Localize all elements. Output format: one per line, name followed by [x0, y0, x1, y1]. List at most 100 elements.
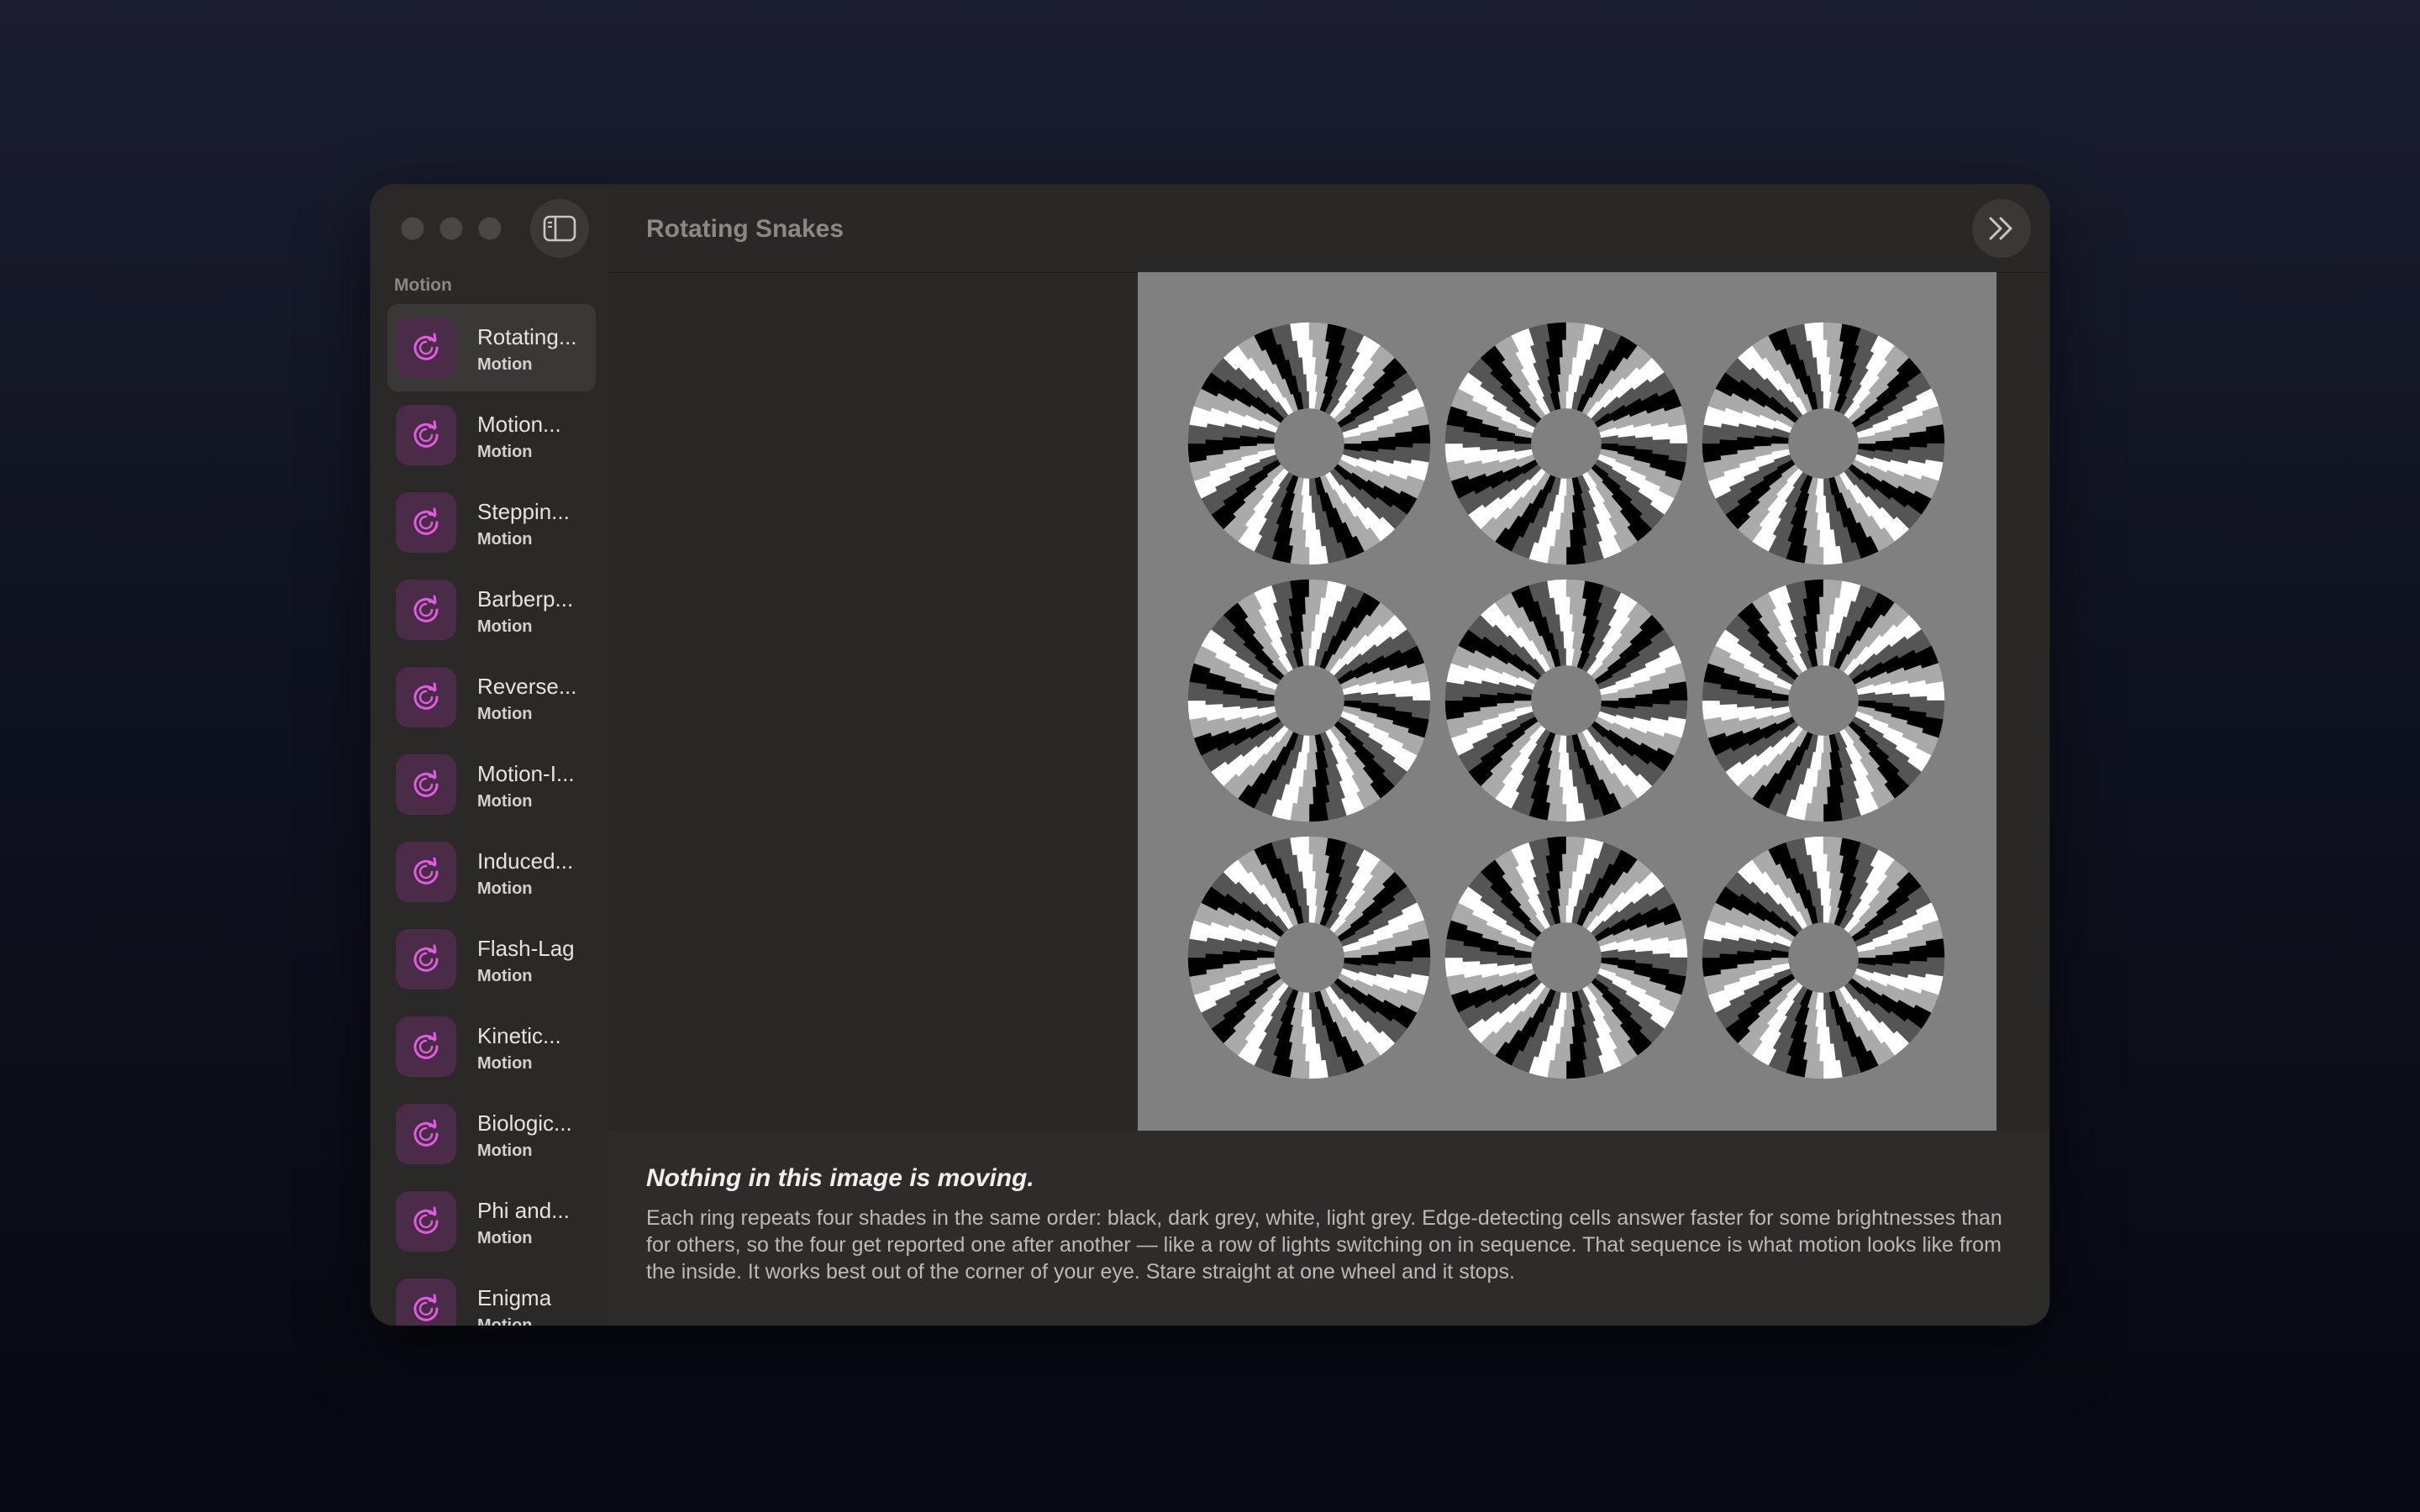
item-badge: [396, 667, 456, 727]
wheel-segment: [1462, 431, 1481, 449]
wheel-segment: [1804, 322, 1824, 342]
wheel-segment: [1702, 424, 1722, 444]
wheel-segment: [1818, 529, 1836, 548]
wheel-segment: [1444, 957, 1465, 977]
wheel-segment: [1304, 529, 1322, 548]
wheel-segment: [1395, 696, 1413, 713]
sidebar-item-subtitle: Motion: [477, 1054, 533, 1073]
sidebar-item[interactable]: Kinetic... Motion: [387, 1003, 596, 1090]
wheel-segment: [1823, 322, 1843, 342]
snake-wheel: [1702, 322, 1945, 565]
sidebar-item[interactable]: Barberp... Motion: [387, 566, 596, 654]
wheel-segment: [1652, 688, 1670, 706]
wheel-segment: [1823, 579, 1843, 599]
sidebar-section-title: Motion: [394, 276, 452, 295]
sidebar-item-subtitle: Motion: [477, 617, 533, 636]
sidebar-item-title: Phi and...: [477, 1198, 570, 1223]
wheel-segment: [1559, 613, 1574, 632]
wheel-segment: [1308, 579, 1328, 599]
item-badge: [396, 1278, 456, 1326]
wheel-segment: [1565, 322, 1586, 342]
wheel-segment: [1702, 443, 1722, 463]
minimize-window-button[interactable]: [439, 217, 463, 240]
wheel-segment: [1302, 356, 1317, 375]
rotate-arrow-icon: [413, 944, 439, 972]
item-badge: [396, 1104, 456, 1164]
sidebar-item-title: Kinetic...: [477, 1023, 561, 1048]
sidebar-item-title: Biologic...: [477, 1110, 572, 1136]
sidebar-item[interactable]: Induced... Motion: [387, 828, 596, 916]
sidebar-item[interactable]: Motion... Motion: [387, 391, 596, 479]
wheel-segment: [1290, 545, 1310, 565]
wheel-segment: [1444, 700, 1465, 720]
wheel-segment: [1205, 953, 1223, 970]
wheel-segment: [1652, 953, 1670, 970]
item-badge: [396, 318, 456, 378]
sidebar-item[interactable]: Steppin... Motion: [387, 479, 596, 566]
wheel-segment: [1187, 957, 1207, 977]
sidebar-item[interactable]: Reverse... Motion: [387, 654, 596, 741]
wheel-segment: [1411, 443, 1431, 463]
sidebar-item-subtitle: Motion: [477, 1142, 533, 1160]
zoom-window-button[interactable]: [478, 217, 502, 240]
snake-wheel: [1187, 322, 1431, 565]
caption-body: Each ring repeats four shades in the sam…: [646, 1206, 2002, 1284]
wheel-segment: [1618, 697, 1637, 709]
wheel-segment: [1909, 431, 1928, 449]
wheel-segment: [1561, 853, 1579, 872]
wheel-segment: [1635, 950, 1654, 965]
wheel-segment: [1823, 545, 1843, 565]
wheel-segment: [1818, 1043, 1836, 1062]
wheel-segment: [1635, 436, 1654, 451]
wheel-segment: [1302, 512, 1317, 531]
wheel-segment: [1547, 545, 1567, 565]
wheel-segment: [1561, 786, 1579, 805]
wheel-segment: [1820, 752, 1832, 771]
wheel-segment: [1554, 596, 1571, 615]
wheel-segment: [1702, 700, 1722, 720]
expand-button[interactable]: [1972, 199, 2031, 258]
wheel-segment: [1479, 436, 1497, 451]
wheel-segment: [1222, 950, 1240, 965]
close-window-button[interactable]: [401, 217, 424, 240]
wheel-segment: [1909, 696, 1928, 713]
sidebar-item[interactable]: Motion-I... Motion: [387, 741, 596, 828]
wheel-segment: [1811, 786, 1828, 805]
sidebar-item[interactable]: Flash-Lag Motion: [387, 916, 596, 1003]
wheel-segment: [1875, 954, 1894, 966]
wheel-segment: [1308, 836, 1328, 856]
wheel-segment: [1816, 1026, 1831, 1045]
snake-wheel: [1187, 836, 1431, 1079]
wheel-segment: [1308, 545, 1328, 565]
item-badge: [396, 580, 456, 640]
wheel-segment: [1444, 424, 1465, 444]
wheel-segment: [1496, 440, 1515, 452]
window-controls: [401, 217, 502, 240]
wheel-segment: [1565, 1059, 1586, 1079]
sidebar-item-title: Rotating...: [477, 324, 577, 349]
sidebar-item[interactable]: Enigma Motion: [387, 1265, 596, 1326]
snake-wheel: [1444, 579, 1688, 822]
wheel-segment: [1444, 938, 1465, 958]
wheel-segment: [1304, 596, 1322, 615]
wheel-segment: [1302, 870, 1317, 889]
wheel-segment: [1875, 440, 1894, 452]
rotate-arrow-icon: [413, 595, 439, 622]
sidebar-item-subtitle: Motion: [477, 879, 533, 898]
sidebar-item[interactable]: Phi and... Motion: [387, 1178, 596, 1265]
wheel-segment: [1702, 957, 1722, 977]
wheel-segment: [1378, 436, 1397, 451]
sidebar-item-subtitle: Motion: [477, 443, 533, 461]
wheel-segment: [1222, 693, 1240, 708]
rotate-arrow-icon: [413, 1032, 439, 1059]
sidebar-item[interactable]: Rotating... Motion: [387, 304, 596, 391]
wheel-segment: [1635, 693, 1654, 708]
wheel-segment: [1565, 579, 1586, 599]
wheel-segment: [1565, 545, 1586, 565]
wheel-segment: [1816, 512, 1831, 531]
sidebar-toggle-button[interactable]: [530, 199, 589, 258]
sidebar-item-title: Motion-I...: [477, 761, 575, 786]
toolbar: Rotating Snakes: [609, 185, 2049, 273]
sidebar-item[interactable]: Biologic... Motion: [387, 1090, 596, 1178]
wheel-segment: [1297, 853, 1314, 872]
